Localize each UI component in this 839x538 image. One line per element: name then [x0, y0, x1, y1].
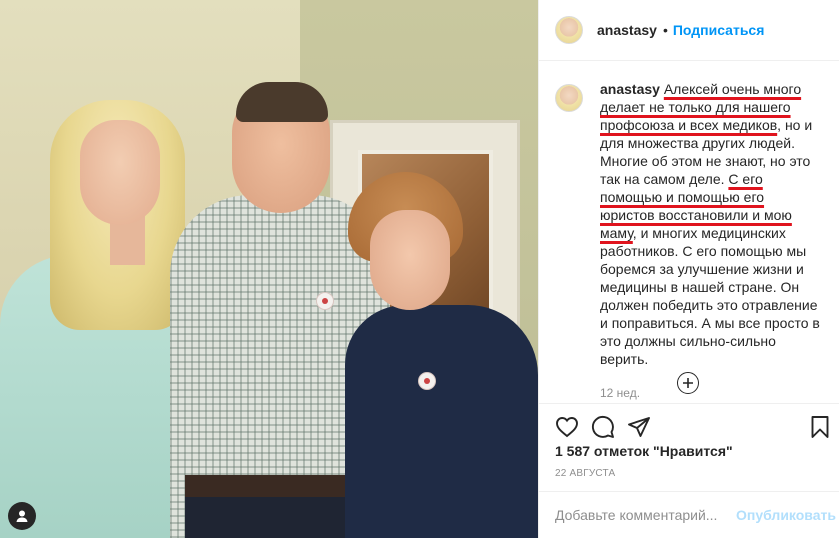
caption-username[interactable]: anastasy — [600, 81, 660, 97]
avatar[interactable] — [555, 84, 583, 112]
post-photo[interactable] — [0, 0, 538, 538]
badge-pin — [316, 292, 334, 310]
caption-time[interactable]: 12 нед. — [600, 384, 822, 402]
caption-comment: anastasy Алексей очень много делает не т… — [555, 80, 835, 402]
share-button[interactable] — [627, 415, 651, 439]
save-button[interactable] — [808, 415, 832, 439]
header-username[interactable]: anastasy — [597, 22, 657, 38]
badge-pin — [418, 372, 436, 390]
heart-icon — [556, 417, 578, 438]
follow-button[interactable]: Подписаться — [673, 22, 765, 38]
comment-input[interactable] — [555, 507, 736, 523]
post-date[interactable]: 22 августа — [555, 468, 615, 479]
plus-circle-icon — [683, 378, 693, 388]
likes-count[interactable]: 1 587 отметок "Нравится" — [555, 443, 733, 459]
load-more-comments-button[interactable] — [677, 372, 699, 394]
user-tag-icon — [16, 510, 28, 522]
post-header: anastasy • Подписаться — [539, 0, 839, 61]
person-center-pants — [185, 497, 355, 538]
caption-text: , и многих медицинских работников. С его… — [600, 225, 820, 367]
person-left-face — [80, 120, 160, 225]
like-button[interactable] — [555, 415, 579, 439]
person-center-hair — [236, 82, 328, 122]
comment-icon — [591, 415, 614, 438]
comment-button[interactable] — [591, 415, 615, 439]
avatar[interactable] — [555, 16, 583, 44]
post-sidebar: anastasy • Подписаться anastasy Алексей … — [538, 0, 839, 538]
person-right-face — [370, 210, 450, 310]
paper-plane-icon — [628, 417, 650, 437]
separator-dot: • — [662, 22, 668, 38]
caption-body: anastasy Алексей очень много делает не т… — [600, 80, 822, 402]
tagged-users-button[interactable] — [8, 502, 36, 530]
person-center-belt — [185, 475, 355, 497]
add-comment-form: Опубликовать — [539, 491, 839, 538]
publish-button[interactable]: Опубликовать — [736, 507, 836, 523]
person-right-dress — [345, 305, 538, 538]
bookmark-icon — [811, 416, 829, 438]
